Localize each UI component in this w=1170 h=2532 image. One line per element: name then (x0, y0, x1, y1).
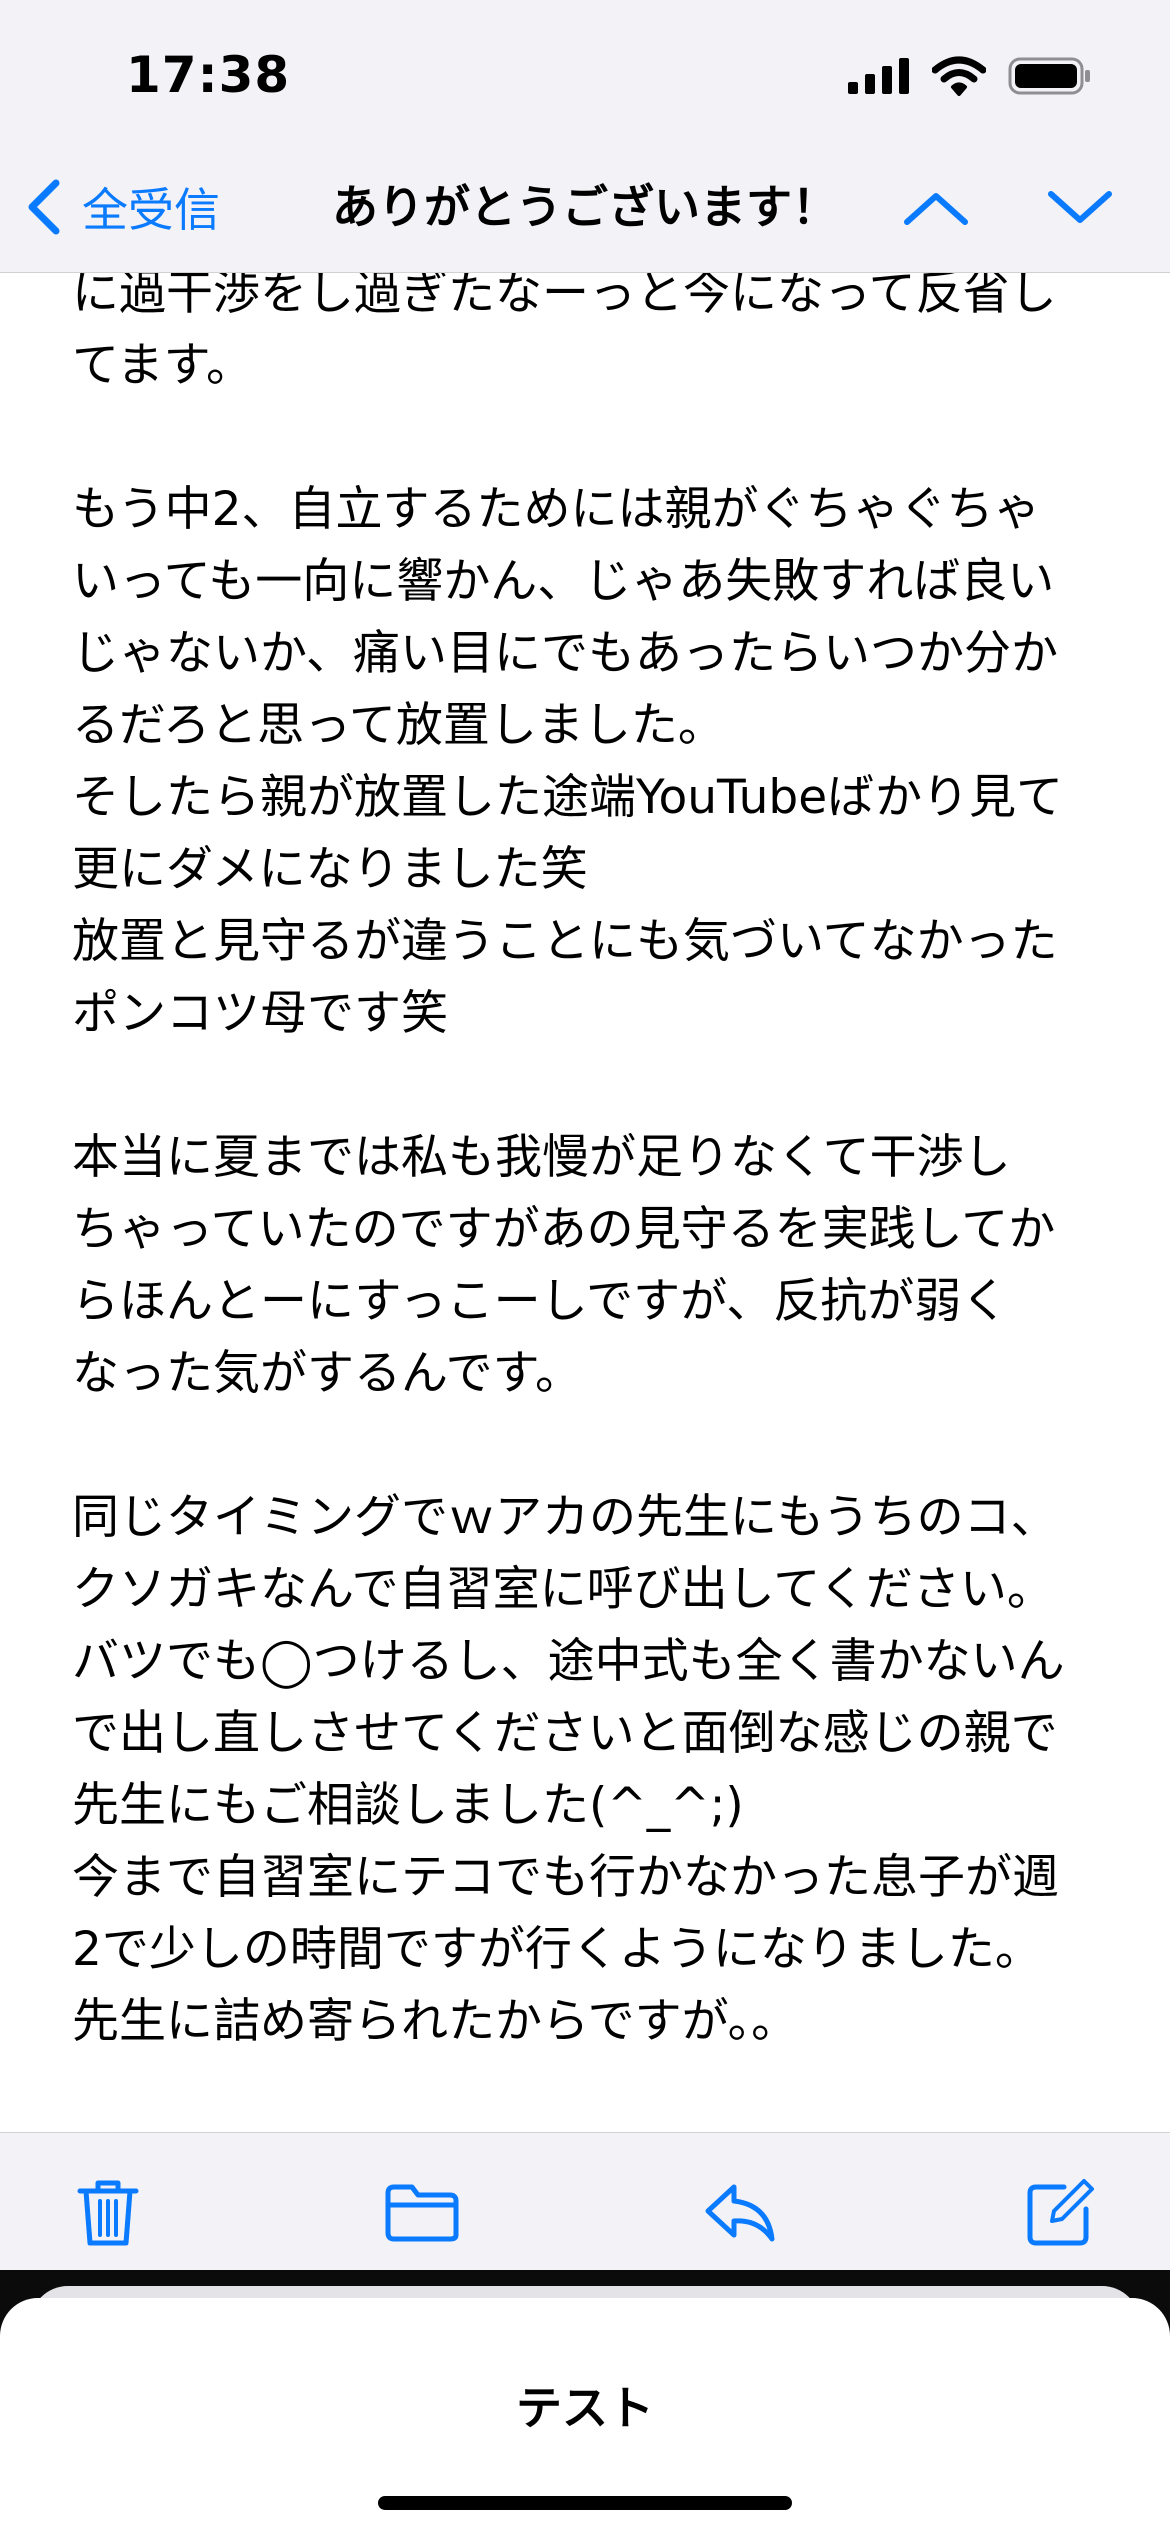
draft-sheet[interactable]: テスト (0, 2298, 1170, 2532)
next-message-button[interactable] (1040, 178, 1120, 238)
status-time: 17:38 (126, 46, 291, 104)
message-line: 同じタイミングでｗアカの先生にもうちのコ、 (72, 1490, 1058, 1545)
back-button-label: 全受信 (82, 183, 220, 237)
home-indicator[interactable] (378, 2496, 792, 2510)
chevron-down-icon (1048, 191, 1112, 223)
message-line: じゃないか、痛い目にでもあったらいつか分か (72, 626, 1059, 681)
message-line: 本当に夏までは私も我慢が足りなくて干渉し (72, 1130, 1011, 1185)
message-line: なった気がするんです。 (72, 1346, 582, 1401)
message-line: ポンコツ母です笑 (72, 986, 448, 1041)
reply-icon (705, 2184, 775, 2242)
message-line: そしたら親が放置した途端YouTubeばかり見て (72, 770, 1064, 825)
delete-button[interactable] (68, 2173, 148, 2253)
chevron-left-icon (28, 179, 60, 235)
message-line: クソガキなんで自習室に呼び出してください。 (72, 1562, 1054, 1617)
message-paragraph: に過干渉をし過ぎたなーっと今になって反省し てます。 (72, 258, 1112, 402)
message-line: 先生にもご相談しました(^_^;) (72, 1778, 744, 1833)
top-bar: 17:38 全受信 ありがとうございます！ (0, 0, 1170, 273)
back-button[interactable]: 全受信 (24, 172, 220, 242)
message-line: 今まで自習室にテコでも行かなかった息子が週 (72, 1850, 1059, 1905)
folder-icon (385, 2184, 459, 2242)
message-line: 2で少しの時間ですが行くようになりました。 (72, 1922, 1042, 1977)
chevron-up-icon (904, 193, 968, 225)
message-paragraph: 本当に夏までは私も我慢が足りなくて干渉し ちゃっていたのですがあの見守るを実践し… (72, 1122, 1112, 1410)
message-line: 放置と見守るが違うことにも気づいてなかった (72, 914, 1058, 969)
previous-message-button[interactable] (896, 178, 976, 238)
trash-icon (77, 2180, 139, 2246)
message-paragraph: もう中2、自立するためには親がぐちゃぐちゃ いっても一向に響かん、じゃあ失敗すれ… (72, 474, 1112, 1050)
draft-sheet-title: テスト (516, 2381, 654, 2435)
cellular-signal-icon (848, 58, 909, 94)
message-line: 更にダメになりました笑 (72, 842, 588, 897)
message-line: いっても一向に響かん、じゃあ失敗すれば良い (72, 554, 1055, 609)
wifi-icon (932, 56, 986, 96)
message-subject-title: ありがとうございます！ (332, 180, 838, 234)
move-to-folder-button[interactable] (382, 2173, 462, 2253)
message-line: で出し直しさせてくださいと面倒な感じの親で (72, 1706, 1058, 1761)
compose-icon (1027, 2179, 1094, 2246)
message-line: バツでも◯つけるし、途中式も全く書かないん (72, 1634, 1065, 1689)
message-line: てます。 (72, 338, 253, 393)
message-line: もう中2、自立するためには親がぐちゃぐちゃ (72, 482, 1041, 537)
message-line: るだろと思って放置しました。 (72, 698, 725, 753)
message-body: に過干渉をし過ぎたなーっと今になって反省し てます。 もう中2、自立するためには… (72, 258, 1112, 2130)
battery-icon (1008, 57, 1090, 95)
status-icons (848, 56, 1092, 96)
compose-button[interactable] (1020, 2173, 1100, 2253)
message-line: ちゃっていたのですがあの見守るを実践してか (72, 1202, 1056, 1257)
reply-button[interactable] (700, 2173, 780, 2253)
message-line: 先生に詰め寄られたからですが。。 (72, 1994, 799, 2049)
message-line: らほんとーにすっこーしですが、反抗が弱く (72, 1274, 1009, 1329)
message-paragraph: 同じタイミングでｗアカの先生にもうちのコ、 クソガキなんで自習室に呼び出してくだ… (72, 1482, 1112, 2058)
bottom-toolbar (0, 2132, 1170, 2271)
